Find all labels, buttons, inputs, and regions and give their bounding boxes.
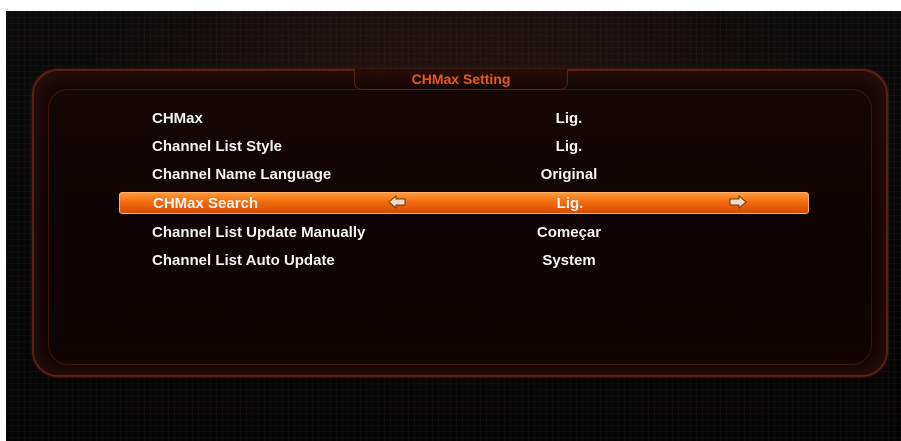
setting-value: Começar (536, 223, 602, 241)
arrow-right-icon[interactable] (729, 195, 747, 209)
panel-title: CHMax Setting (411, 71, 511, 87)
setting-row-channel-name-language[interactable]: Channel Name Language Original (119, 160, 809, 188)
title-tab: CHMax Setting (354, 69, 568, 90)
setting-label: CHMax (152, 109, 203, 127)
setting-row-chmax-search[interactable]: CHMax Search Lig. (119, 192, 809, 214)
setting-label: Channel List Update Manually (152, 223, 366, 241)
settings-panel: CHMax Setting CHMax Lig. Channel List St… (32, 69, 888, 377)
setting-value: System (542, 251, 596, 269)
setting-value: Lig. (555, 109, 583, 127)
setting-row-channel-list-auto-update[interactable]: Channel List Auto Update System (119, 246, 809, 274)
setting-value: Lig. (555, 137, 583, 155)
setting-label: CHMax Search (153, 194, 259, 212)
arrow-left-icon[interactable] (388, 195, 406, 209)
setting-value: Original (540, 165, 598, 183)
tv-screen: CHMax Setting CHMax Lig. Channel List St… (6, 11, 901, 441)
setting-row-channel-list-style[interactable]: Channel List Style Lig. (119, 132, 809, 160)
setting-label: Channel Name Language (152, 165, 332, 183)
setting-label: Channel List Auto Update (152, 251, 335, 269)
setting-label: Channel List Style (152, 137, 283, 155)
setting-row-channel-list-update-manually[interactable]: Channel List Update Manually Começar (119, 218, 809, 246)
setting-value: Lig. (556, 194, 584, 212)
settings-list: CHMax Lig. Channel List Style Lig. Chann… (119, 104, 809, 274)
setting-row-chmax[interactable]: CHMax Lig. (119, 104, 809, 132)
